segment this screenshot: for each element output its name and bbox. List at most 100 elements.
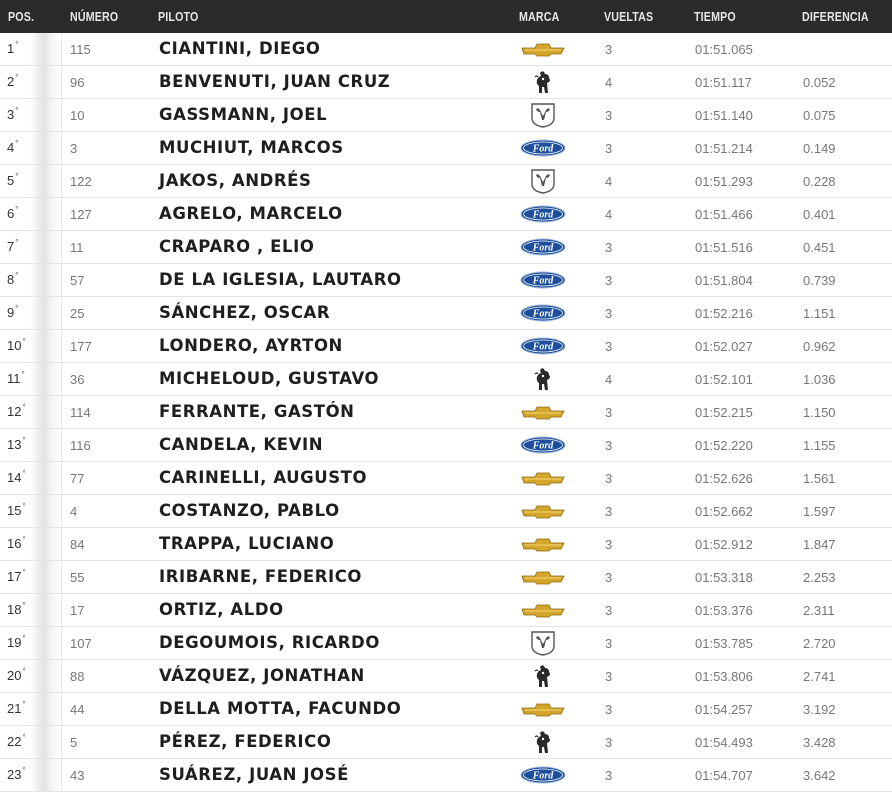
position-number: 4	[7, 140, 15, 155]
ordinal-suffix: °	[15, 139, 19, 148]
laps: 4	[605, 174, 613, 189]
ordinal-suffix: °	[22, 601, 26, 610]
position: 2°	[7, 73, 18, 89]
lap-time: 01:51.065	[695, 42, 753, 57]
divider	[61, 264, 62, 296]
position-number: 15	[7, 503, 22, 518]
car-number: 116	[70, 438, 91, 453]
chevrolet-logo	[521, 503, 565, 519]
table-row: 23° 43 SUÁREZ, JUAN JOSÉ Ford 3 01:54.707 3.64…	[0, 759, 892, 792]
laps: 3	[605, 471, 613, 486]
position: 9°	[7, 304, 19, 320]
table-row: 6° 127 AGRELO, MARCELO Ford 4 01:51.466 0.401	[0, 198, 892, 231]
position: 10°	[7, 337, 26, 353]
lap-time: 01:53.318	[695, 570, 753, 585]
divider	[61, 660, 62, 692]
time-difference: 0.228	[803, 174, 836, 189]
brand-cell	[519, 462, 567, 494]
ford-logo-text: Ford	[532, 144, 555, 155]
table-row: 2° 96 BENVENUTI, JUAN CRUZ 4 01:51.117 0.052	[0, 66, 892, 99]
time-difference: 0.149	[803, 141, 836, 156]
header-laps: VUELTAS	[604, 9, 654, 24]
time-difference: 1.847	[803, 537, 836, 552]
car-number: 5	[70, 735, 78, 750]
pilot-name: ORTIZ, ALDO	[159, 600, 284, 620]
pilot-name: CANDELA, KEVIN	[159, 435, 324, 455]
position: 11°	[7, 370, 25, 386]
ordinal-suffix: °	[15, 304, 19, 313]
table-row: 22° 5 PÉREZ, FEDERICO 3 01:54.493 3.428	[0, 726, 892, 759]
position-number: 18	[7, 602, 22, 617]
car-number: 11	[70, 240, 84, 255]
ford-logo: Ford	[520, 304, 566, 322]
ford-logo-text: Ford	[532, 276, 555, 287]
divider	[61, 462, 62, 494]
pilot-name: SUÁREZ, JUAN JOSÉ	[159, 765, 349, 785]
position-cell: 13°	[0, 429, 62, 461]
divider	[61, 561, 62, 593]
pilot-name: DE LA IGLESIA, LAUTARO	[159, 270, 402, 290]
ford-logo-text: Ford	[532, 210, 555, 221]
car-number: 84	[70, 537, 85, 552]
time-difference: 0.052	[803, 75, 836, 90]
ford-logo: Ford	[520, 205, 566, 223]
header-pos: POS.	[8, 9, 35, 24]
brand-cell	[519, 561, 567, 593]
pilot-name: CIANTINI, DIEGO	[159, 39, 321, 59]
position-cell: 3°	[0, 99, 62, 131]
time-difference: 3.192	[803, 702, 836, 717]
ford-logo: Ford	[520, 238, 566, 256]
pilot-name: JAKOS, ANDRÉS	[159, 171, 312, 191]
position-cell: 15°	[0, 495, 62, 527]
table-row: 8° 57 DE LA IGLESIA, LAUTARO Ford 3 01:51.804…	[0, 264, 892, 297]
position-number: 13	[7, 437, 22, 452]
time-difference: 0.401	[803, 207, 836, 222]
pilot-name: CARINELLI, AUGUSTO	[159, 468, 368, 488]
position-number: 22	[7, 734, 22, 749]
position: 3°	[7, 106, 18, 122]
brand-cell	[519, 165, 567, 197]
time-difference: 0.962	[803, 339, 836, 354]
divider	[61, 495, 62, 527]
divider	[61, 165, 62, 197]
table-row: 17° 55 IRIBARNE, FEDERICO 3 01:53.318 2.253	[0, 561, 892, 594]
chevrolet-logo	[521, 41, 565, 57]
position-number: 17	[7, 569, 22, 584]
ordinal-suffix: °	[22, 337, 26, 346]
table-row: 21° 44 DELLA MOTTA, FACUNDO 3 01:54.257 3.192	[0, 693, 892, 726]
ordinal-suffix: °	[22, 403, 26, 412]
position-cell: 5°	[0, 165, 62, 197]
position-number: 6	[7, 206, 15, 221]
position-cell: 2°	[0, 66, 62, 98]
lap-time: 01:53.785	[695, 636, 753, 651]
position: 22°	[7, 733, 26, 749]
position-number: 16	[7, 536, 22, 551]
ordinal-suffix: °	[22, 700, 26, 709]
torino-logo	[532, 662, 554, 690]
car-number: 177	[70, 339, 92, 354]
car-number: 43	[70, 768, 85, 783]
ordinal-suffix: °	[22, 733, 26, 742]
time-difference: 1.597	[803, 504, 836, 519]
position: 8°	[7, 271, 18, 287]
pilot-name: BENVENUTI, JUAN CRUZ	[159, 72, 391, 92]
time-difference: 1.036	[803, 372, 836, 387]
time-difference: 0.451	[803, 240, 836, 255]
position-number: 11	[7, 371, 21, 386]
laps: 3	[605, 768, 613, 783]
pilot-name: SÁNCHEZ, OSCAR	[159, 303, 331, 323]
laps: 3	[605, 537, 613, 552]
car-number: 3	[70, 141, 78, 156]
pilot-name: IRIBARNE, FEDERICO	[159, 567, 362, 587]
brand-cell	[519, 99, 567, 131]
ordinal-suffix: °	[22, 766, 26, 775]
car-number: 4	[70, 504, 78, 519]
position-cell: 11°	[0, 363, 62, 395]
position: 4°	[7, 139, 19, 155]
position-number: 1	[7, 41, 15, 56]
ordinal-suffix: °	[15, 205, 19, 214]
position-cell: 12°	[0, 396, 62, 428]
ordinal-suffix: °	[22, 535, 26, 544]
lap-time: 01:52.027	[695, 339, 753, 354]
brand-cell	[519, 66, 567, 98]
